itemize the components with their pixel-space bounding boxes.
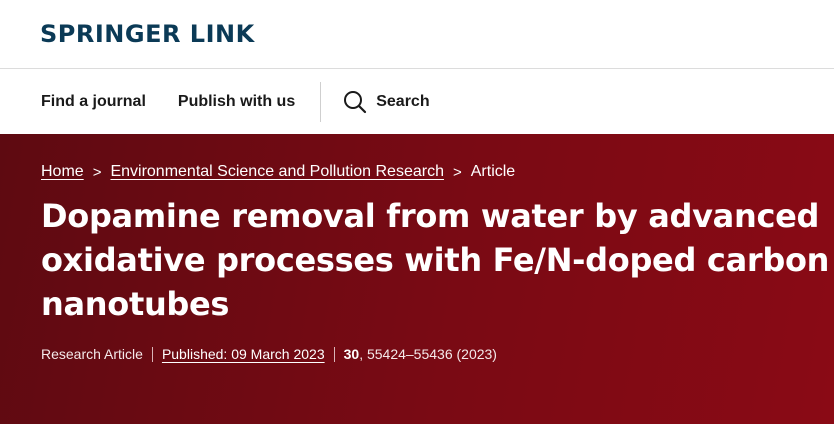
breadcrumb-separator: > xyxy=(92,163,102,181)
article-title: Dopamine removal from water by advanced … xyxy=(41,197,830,323)
breadcrumb-current: Article xyxy=(470,163,516,180)
site-header: SPRINGER LINK xyxy=(0,0,834,69)
search-button[interactable]: Search xyxy=(343,90,430,114)
page-range: , 55424–55436 (2023) xyxy=(359,346,497,362)
volume-number: 30 xyxy=(343,346,360,362)
meta-divider xyxy=(151,346,153,362)
breadcrumb: Home > Environmental Science and Polluti… xyxy=(41,163,834,181)
springer-link-logo[interactable]: SPRINGER LINK xyxy=(40,20,255,48)
breadcrumb-separator: > xyxy=(452,163,462,181)
article-meta: Research Article Published: 09 March 202… xyxy=(41,346,834,362)
find-journal-link[interactable]: Find a journal xyxy=(41,93,146,111)
publish-with-us-link[interactable]: Publish with us xyxy=(178,93,295,111)
search-icon xyxy=(343,90,367,114)
published-date-link[interactable]: Published: 09 March 2023 xyxy=(162,346,325,362)
breadcrumb-home[interactable]: Home xyxy=(41,163,84,181)
breadcrumb-journal[interactable]: Environmental Science and Pollution Rese… xyxy=(110,163,444,181)
nav-divider xyxy=(320,81,322,122)
article-hero: Home > Environmental Science and Polluti… xyxy=(0,134,834,424)
search-label: Search xyxy=(376,92,430,110)
meta-divider xyxy=(333,346,335,362)
main-nav: Find a journal Publish with us Search xyxy=(0,69,834,134)
article-type: Research Article xyxy=(41,346,143,362)
